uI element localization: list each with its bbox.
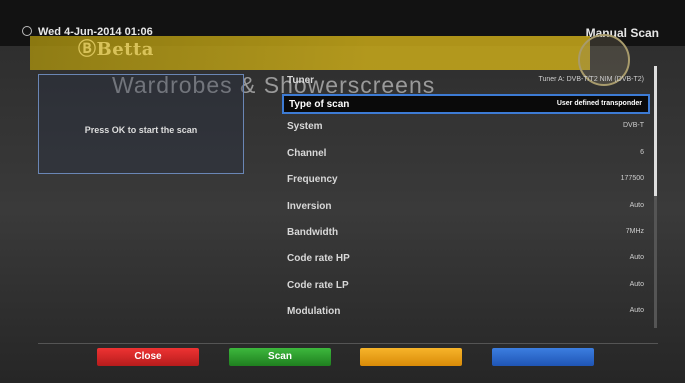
setting-label: Channel	[287, 147, 327, 159]
scan-button[interactable]: Scan	[229, 348, 331, 366]
settings-list: Tuner Tuner A: DVB-T/T2 NIM (DVB-T2) Type…	[282, 68, 650, 326]
tv-screen: Wed 4-Jun-2014 01:06 Manual Scan ⒷBetta …	[0, 0, 685, 383]
setting-value: 177500	[620, 175, 644, 183]
brand-logo-text: Betta	[96, 39, 154, 60]
setting-value: 7MHz	[625, 227, 644, 235]
info-message: Press OK to start the scan	[84, 125, 198, 135]
setting-row-frequency[interactable]: Frequency 177500	[282, 167, 650, 193]
setting-value: Auto	[629, 254, 644, 262]
setting-row-type-of-scan[interactable]: Type of scan User defined transponder	[282, 94, 650, 115]
setting-value: User defined transponder	[556, 100, 642, 108]
setting-label: Code rate LP	[287, 279, 349, 291]
setting-value: DVB-T	[623, 122, 644, 130]
setting-label: Bandwidth	[287, 226, 339, 238]
setting-label: Type of scan	[289, 99, 350, 111]
brand-logo: ⒷBetta	[78, 39, 154, 60]
setting-row-code-rate-lp[interactable]: Code rate LP Auto	[282, 273, 650, 299]
setting-row-channel[interactable]: Channel 6	[282, 141, 650, 167]
blue-button[interactable]	[492, 348, 594, 366]
setting-value: Tuner A: DVB-T/T2 NIM (DVB-T2)	[538, 76, 644, 83]
scrollbar-thumb[interactable]	[654, 66, 657, 196]
setting-value: Auto	[629, 280, 644, 288]
info-panel: Press OK to start the scan	[38, 74, 244, 174]
setting-row-bandwidth[interactable]: Bandwidth 7MHz	[282, 220, 650, 246]
setting-label: System	[287, 121, 323, 133]
yellow-button[interactable]	[360, 348, 462, 366]
close-button[interactable]: Close	[97, 348, 199, 366]
footer-divider	[38, 343, 658, 344]
setting-label: Tuner	[287, 75, 315, 86]
setting-label: Code rate HP	[287, 253, 350, 265]
setting-value: Auto	[629, 201, 644, 209]
clock-icon	[22, 26, 32, 36]
setting-label: Modulation	[287, 306, 341, 318]
setting-row-code-rate-hp[interactable]: Code rate HP Auto	[282, 246, 650, 272]
setting-value: Auto	[629, 307, 644, 315]
setting-row-inversion[interactable]: Inversion Auto	[282, 194, 650, 220]
setting-row-system[interactable]: System DVB-T	[282, 114, 650, 140]
setting-value: 6	[640, 148, 644, 156]
setting-row-tuner[interactable]: Tuner Tuner A: DVB-T/T2 NIM (DVB-T2)	[282, 68, 650, 94]
setting-label: Inversion	[287, 200, 332, 212]
setting-row-modulation[interactable]: Modulation Auto	[282, 299, 650, 325]
setting-label: Frequency	[287, 174, 338, 186]
